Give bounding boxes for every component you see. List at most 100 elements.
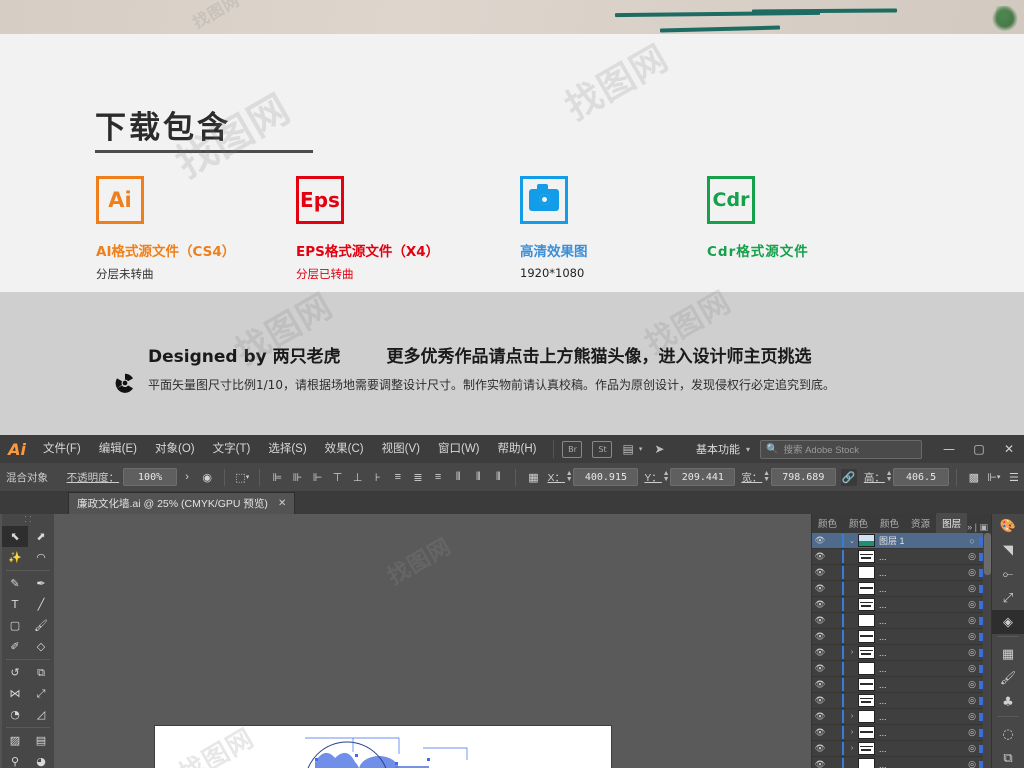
layer-name[interactable]: ... <box>879 712 965 722</box>
blend-tool[interactable]: ◕ <box>28 751 54 768</box>
x-stepper[interactable]: ▲ ▼ <box>565 470 574 483</box>
chevron-icon[interactable]: › <box>846 649 858 656</box>
canvas[interactable]: 反腐大会党小组 倡廉梦想政府动 找图网 找图网 <box>54 514 812 768</box>
eye-icon[interactable]: 👁 <box>812 759 828 768</box>
swatches-icon[interactable]: ▦ <box>992 642 1024 666</box>
target-indicator[interactable]: ◎ <box>965 631 979 642</box>
bridge-button[interactable]: Br <box>562 440 583 458</box>
magic-wand-tool[interactable]: ✨ <box>2 547 28 568</box>
chevron-icon[interactable]: › <box>846 745 858 752</box>
eye-icon[interactable]: 👁 <box>812 663 828 674</box>
stroke-icon[interactable]: ⟜ <box>992 562 1024 586</box>
align-left-icon[interactable]: ⊫ <box>269 469 285 486</box>
layer-row[interactable]: 👁... ◎ <box>812 629 992 645</box>
height-value[interactable]: 406.5 <box>893 468 949 486</box>
eye-icon[interactable]: 👁 <box>812 743 828 754</box>
y-stepper[interactable]: ▲ ▼ <box>662 470 671 483</box>
eye-icon[interactable]: 👁 <box>812 727 828 738</box>
eye-icon[interactable]: 👁 <box>812 551 828 562</box>
options-menu-icon[interactable]: ☰ <box>1006 469 1022 486</box>
layer-row[interactable]: 👁... ◎ <box>812 693 992 709</box>
layer-row[interactable]: 👁... ◎ <box>812 549 992 565</box>
layer-row[interactable]: 👁 ›... ◎ <box>812 741 992 757</box>
brushes-icon[interactable]: 🖌 <box>992 666 1024 690</box>
maximize-button[interactable]: ▢ <box>964 435 994 463</box>
width-value[interactable]: 798.689 <box>770 468 836 486</box>
layer-row[interactable]: 👁... ◎ <box>812 757 992 768</box>
pencil-tool[interactable]: ✐ <box>2 636 28 657</box>
menu-type[interactable]: 文字(T) <box>204 435 260 463</box>
distribute-center-icon[interactable]: ⦀ <box>470 469 486 486</box>
menu-effect[interactable]: 效果(C) <box>316 435 373 463</box>
layer-row[interactable]: 👁... ◎ <box>812 581 992 597</box>
target-indicator[interactable]: ○ <box>965 536 979 546</box>
perspective-grid-tool[interactable]: ◿ <box>28 704 54 725</box>
layer-row[interactable]: 👁 ›... ◎ <box>812 725 992 741</box>
opacity-stepper-icon[interactable]: › <box>179 469 195 486</box>
target-indicator[interactable]: ◎ <box>965 711 979 722</box>
layer-name[interactable]: ... <box>879 632 965 642</box>
layer-row[interactable]: 👁... ◎ <box>812 677 992 693</box>
distribute-right-icon[interactable]: ⦀ <box>490 469 506 486</box>
layer-row[interactable]: 👁... ◎ <box>812 613 992 629</box>
target-indicator[interactable]: ◎ <box>965 551 979 562</box>
gradient-tool[interactable]: ▤ <box>28 730 54 751</box>
close-button[interactable]: ✕ <box>994 435 1024 463</box>
mesh-tool[interactable]: ▨ <box>2 730 28 751</box>
layers-list[interactable]: 👁 ⌄ 图层 1 ○ 👁... ◎ 👁... ◎ 👁... ◎ 👁... ◎ 👁... ◎ 👁... ◎ 👁 ›.… <box>812 533 992 768</box>
layer-name[interactable]: ... <box>879 616 965 626</box>
target-indicator[interactable]: ◎ <box>965 567 979 578</box>
close-icon[interactable]: ✕ <box>278 498 286 509</box>
link-proportions-icon[interactable]: 🔗 <box>840 468 857 486</box>
curvature-tool[interactable]: ✒ <box>28 573 54 594</box>
target-indicator[interactable]: ◎ <box>965 583 979 594</box>
toolbox-handle[interactable]: ⸬ <box>2 514 54 526</box>
panel-tab-color-2[interactable]: 颜色 <box>843 513 874 533</box>
panel-tab-color-3[interactable]: 颜色 <box>874 513 905 533</box>
lasso-tool[interactable]: ◠ <box>28 547 54 568</box>
transform-reference-icon[interactable]: ▦ <box>525 469 541 486</box>
target-indicator[interactable]: ◎ <box>965 695 979 706</box>
layer-name[interactable]: ... <box>879 584 965 594</box>
stock-button[interactable]: St <box>592 440 613 458</box>
layer-name[interactable]: ... <box>879 744 965 754</box>
paintbrush-tool[interactable]: 🖌 <box>28 615 54 636</box>
layer-row[interactable]: 👁... ◎ <box>812 661 992 677</box>
scrollbar-thumb[interactable] <box>984 533 991 575</box>
effects-icon[interactable]: ◌ <box>992 722 1024 746</box>
target-indicator[interactable]: ◎ <box>965 663 979 674</box>
layer-name[interactable]: ... <box>879 696 965 706</box>
layers-icon[interactable]: ◈ <box>992 610 1024 634</box>
eye-icon[interactable]: 👁 <box>812 535 828 546</box>
pen-tool[interactable]: ✎ <box>2 573 28 594</box>
layer-name[interactable]: ... <box>879 680 965 690</box>
opacity-mask-icon[interactable]: ◉ <box>199 469 215 486</box>
distribute-left-icon[interactable]: ⦀ <box>450 469 466 486</box>
target-indicator[interactable]: ◎ <box>965 615 979 626</box>
menu-file[interactable]: 文件(F) <box>34 435 90 463</box>
chevron-down-icon[interactable]: ▾ <box>746 445 750 454</box>
menu-help[interactable]: 帮助(H) <box>489 435 546 463</box>
align-right-icon[interactable]: ⊩ <box>309 469 325 486</box>
layer-row[interactable]: 👁... ◎ <box>812 565 992 581</box>
selection-tool[interactable]: ⬉ <box>2 526 28 547</box>
chevron-icon[interactable]: ⌄ <box>846 537 858 545</box>
panel-tab-color-1[interactable]: 颜色 <box>812 513 843 533</box>
menu-object[interactable]: 对象(O) <box>146 435 204 463</box>
panel-tab-layers[interactable]: 图层 <box>936 513 968 533</box>
layer-name[interactable]: ... <box>879 664 965 674</box>
eye-icon[interactable]: 👁 <box>812 695 828 706</box>
eye-icon[interactable]: 👁 <box>812 679 828 690</box>
layer-row[interactable]: 👁 ⌄ 图层 1 ○ <box>812 533 992 549</box>
eye-icon[interactable]: 👁 <box>812 631 828 642</box>
menu-select[interactable]: 选择(S) <box>259 435 315 463</box>
share-icon[interactable]: ➤ <box>654 442 664 456</box>
menu-edit[interactable]: 编辑(E) <box>90 435 146 463</box>
height-stepper[interactable]: ▲ ▼ <box>885 470 894 483</box>
rotate-tool[interactable]: ↺ <box>2 662 28 683</box>
chevron-icon[interactable]: › <box>846 713 858 720</box>
layer-row[interactable]: 👁 ›... ◎ <box>812 709 992 725</box>
y-value[interactable]: 209.441 <box>670 468 736 486</box>
distribute-top-icon[interactable]: ≡ <box>390 469 406 486</box>
artboards-icon[interactable]: ⧉ <box>992 746 1024 768</box>
